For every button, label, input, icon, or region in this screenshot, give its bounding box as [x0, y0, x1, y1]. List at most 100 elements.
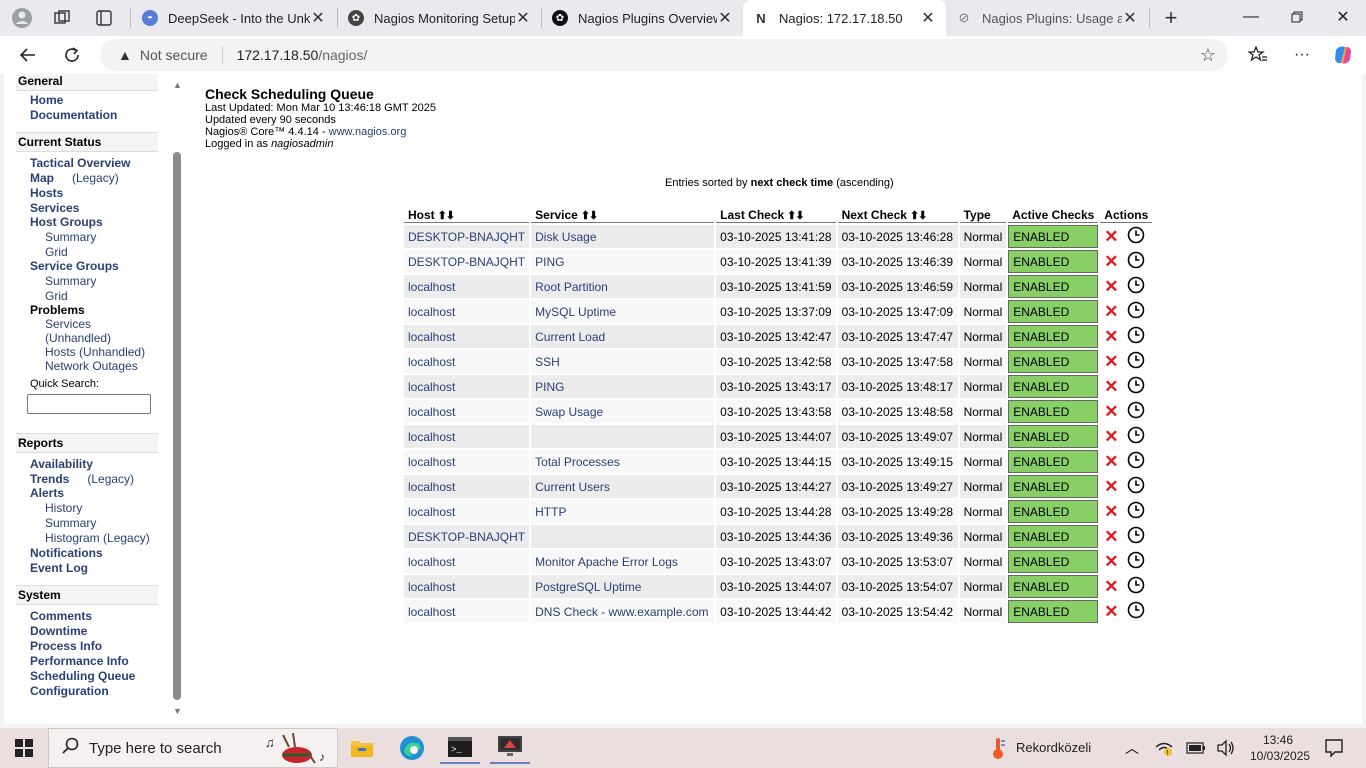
sidebar-item-network-outages[interactable]: Network Outages: [45, 359, 138, 373]
browser-tab-nagios-monitoring-setup[interactable]: ✿ Nagios Monitoring Setup ✕: [338, 2, 541, 34]
reschedule-clock-icon[interactable]: [1127, 601, 1145, 622]
disable-check-icon[interactable]: ✕: [1104, 528, 1118, 545]
row-service-link[interactable]: PING: [531, 250, 715, 273]
row-service-link[interactable]: DNS Check - www.example.com: [531, 600, 715, 623]
row-host-link[interactable]: localhost: [404, 600, 530, 623]
reschedule-clock-icon[interactable]: [1127, 576, 1145, 597]
sidebar-item-problems-services[interactable]: Services: [45, 317, 91, 331]
url-field[interactable]: ▲ Not secure 172.17.18.50/nagios/ ☆: [100, 39, 1228, 71]
reschedule-clock-icon[interactable]: [1127, 401, 1145, 422]
taskbar-clock[interactable]: 13:46 10/03/2025: [1250, 732, 1310, 764]
reschedule-clock-icon[interactable]: [1127, 501, 1145, 522]
warning-icon[interactable]: ▲: [118, 47, 132, 63]
favorites-icon[interactable]: [1244, 41, 1272, 69]
close-icon[interactable]: ✕: [1122, 8, 1138, 28]
disable-check-icon[interactable]: ✕: [1104, 278, 1118, 295]
row-service-link[interactable]: Disk Usage: [531, 225, 715, 248]
row-host-link[interactable]: localhost: [404, 425, 530, 448]
row-host-link[interactable]: localhost: [404, 325, 530, 348]
close-window-icon[interactable]: ✕: [1320, 0, 1366, 34]
row-service-link[interactable]: Root Partition: [531, 275, 715, 298]
sidebar-item-tactical-overview[interactable]: Tactical Overview: [30, 156, 131, 170]
refresh-icon[interactable]: [58, 41, 86, 69]
hosts-label[interactable]: Hosts: [45, 345, 76, 359]
disable-check-icon[interactable]: ✕: [1104, 503, 1118, 520]
scroll-up-icon[interactable]: ▲: [173, 80, 182, 90]
browser-tab-nagios-active[interactable]: N Nagios: 172.17.18.50 ✕: [743, 0, 946, 36]
row-service-link[interactable]: HTTP: [531, 500, 715, 523]
disable-check-icon[interactable]: ✕: [1104, 403, 1118, 420]
tab-actions-icon[interactable]: [92, 6, 116, 30]
row-host-link[interactable]: localhost: [404, 450, 530, 473]
sidebar-item-service-groups-grid[interactable]: Grid: [45, 289, 68, 303]
close-icon[interactable]: ✕: [310, 8, 326, 28]
reschedule-clock-icon[interactable]: [1127, 526, 1145, 547]
sidebar-item-problems-services-unhandled[interactable]: (Unhandled): [45, 331, 111, 345]
map-legacy-link[interactable]: (Legacy): [72, 171, 119, 185]
favorite-star-icon[interactable]: ☆: [1200, 45, 1216, 66]
close-icon[interactable]: ✕: [717, 8, 733, 28]
reschedule-clock-icon[interactable]: [1127, 276, 1145, 297]
row-service-link[interactable]: Swap Usage: [531, 400, 715, 423]
weather-thermometer-icon[interactable]: [978, 732, 1018, 764]
row-host-link[interactable]: localhost: [404, 400, 530, 423]
sidebar-item-alerts-summary[interactable]: Summary: [45, 516, 96, 530]
sidebar-item-documentation[interactable]: Documentation: [30, 108, 117, 122]
volume-icon[interactable]: [1206, 732, 1246, 764]
more-options-icon[interactable]: ···: [1288, 41, 1316, 69]
sidebar-item-service-groups-summary[interactable]: Summary: [45, 274, 96, 288]
file-explorer-icon[interactable]: [342, 732, 382, 764]
disable-check-icon[interactable]: ✕: [1104, 428, 1118, 445]
disable-check-icon[interactable]: ✕: [1104, 478, 1118, 495]
sidebar-item-process-info[interactable]: Process Info: [30, 639, 102, 653]
edge-browser-icon[interactable]: [392, 732, 432, 764]
disable-check-icon[interactable]: ✕: [1104, 378, 1118, 395]
row-host-link[interactable]: DESKTOP-BNAJQHT: [404, 250, 530, 273]
sidebar-item-host-groups-summary[interactable]: Summary: [45, 230, 96, 244]
histogram-label[interactable]: Histogram: [45, 531, 100, 545]
row-service-link[interactable]: Current Users: [531, 475, 715, 498]
trends-legacy-link[interactable]: (Legacy): [87, 472, 134, 486]
reschedule-clock-icon[interactable]: [1127, 326, 1145, 347]
disable-check-icon[interactable]: ✕: [1104, 328, 1118, 345]
reschedule-clock-icon[interactable]: [1127, 301, 1145, 322]
hosts-unhandled-link[interactable]: (Unhandled): [79, 345, 145, 359]
quick-search-input[interactable]: [27, 394, 151, 414]
sidebar-item-services[interactable]: Services: [30, 201, 79, 215]
sidebar-item-availability[interactable]: Availability: [30, 457, 93, 471]
disable-check-icon[interactable]: ✕: [1104, 578, 1118, 595]
sort-arrows-icon[interactable]: ⬆⬇: [438, 210, 455, 222]
reschedule-clock-icon[interactable]: [1127, 476, 1145, 497]
row-host-link[interactable]: localhost: [404, 475, 530, 498]
histogram-legacy-link[interactable]: (Legacy): [103, 531, 150, 545]
sidebar-item-alerts-histogram[interactable]: Histogram (Legacy): [45, 531, 150, 545]
minimize-icon[interactable]: —: [1228, 0, 1274, 34]
bagpipes-search-highlight-icon[interactable]: ♫ ♪: [265, 732, 329, 768]
taskbar-search-box[interactable]: Type here to search ♫ ♪: [48, 728, 338, 768]
disable-check-icon[interactable]: ✕: [1104, 603, 1118, 620]
disable-check-icon[interactable]: ✕: [1104, 253, 1118, 270]
reschedule-clock-icon[interactable]: [1127, 551, 1145, 572]
browser-tab-nagios-plugins-overview[interactable]: ✿ Nagios Plugins Overview ✕: [542, 2, 743, 34]
row-host-link[interactable]: localhost: [404, 575, 530, 598]
scrollbar-thumb[interactable]: [173, 152, 181, 700]
row-host-link[interactable]: localhost: [404, 550, 530, 573]
row-host-link[interactable]: localhost: [404, 350, 530, 373]
sidebar-item-comments[interactable]: Comments: [30, 609, 92, 623]
disable-check-icon[interactable]: ✕: [1104, 228, 1118, 245]
back-icon[interactable]: [14, 41, 42, 69]
reschedule-clock-icon[interactable]: [1127, 226, 1145, 247]
sidebar-item-problems[interactable]: Problems: [30, 303, 85, 317]
sidebar-item-service-groups[interactable]: Service Groups: [30, 259, 119, 273]
terminal-icon[interactable]: >_: [440, 732, 480, 764]
sidebar-item-host-groups[interactable]: Host Groups: [30, 215, 103, 229]
sidebar-item-alerts[interactable]: Alerts: [30, 486, 64, 500]
security-status[interactable]: Not secure: [140, 47, 208, 63]
sidebar-item-hosts[interactable]: Hosts: [30, 186, 63, 200]
sidebar-item-configuration[interactable]: Configuration: [30, 684, 109, 698]
reschedule-clock-icon[interactable]: [1127, 351, 1145, 372]
row-service-link[interactable]: PostgreSQL Uptime: [531, 575, 715, 598]
start-button[interactable]: [0, 728, 48, 768]
row-host-link[interactable]: localhost: [404, 500, 530, 523]
reschedule-clock-icon[interactable]: [1127, 426, 1145, 447]
